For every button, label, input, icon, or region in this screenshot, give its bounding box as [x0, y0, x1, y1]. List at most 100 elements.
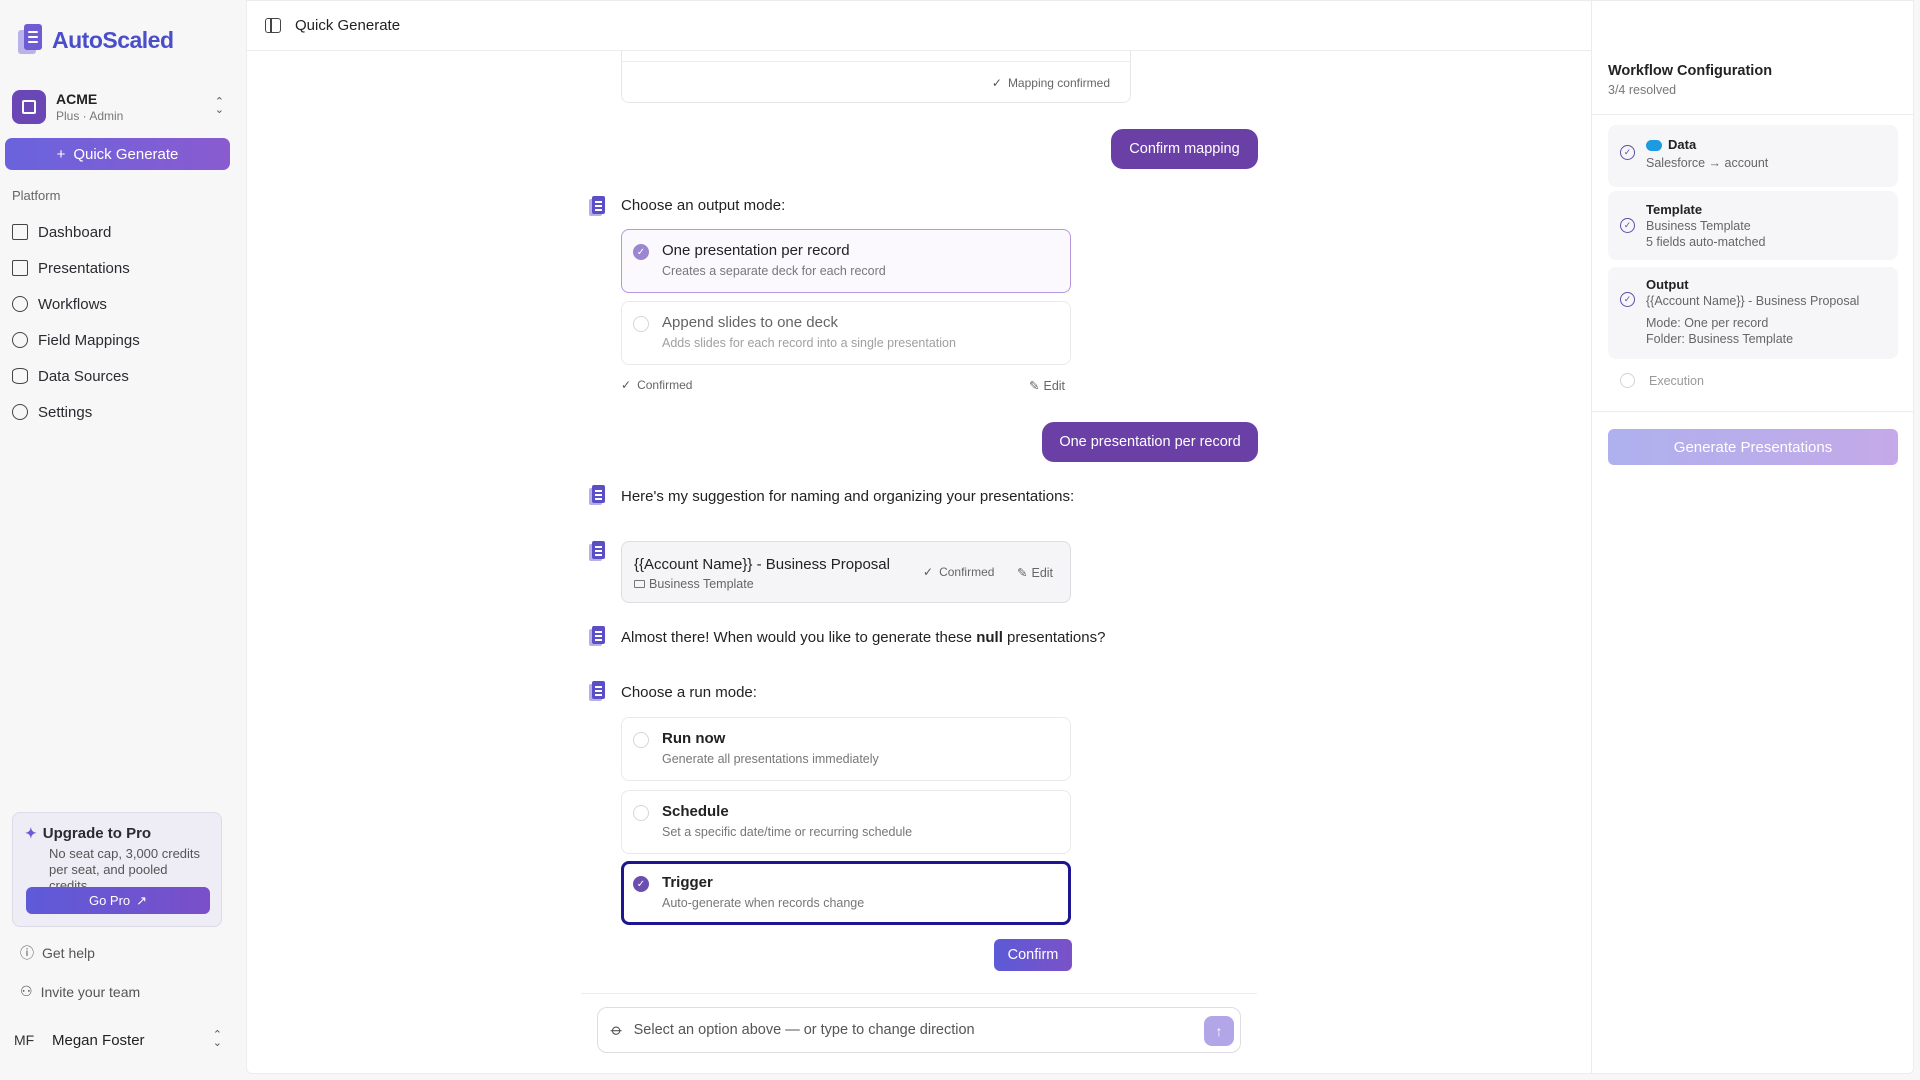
- pencil-icon: ✎: [1029, 379, 1040, 393]
- step-detail: Salesforce → account: [1646, 156, 1769, 170]
- assistant-icon: [589, 541, 605, 561]
- message-input[interactable]: [633, 1022, 1174, 1038]
- config-step-data[interactable]: ✓ Data Salesforce → account: [1608, 125, 1898, 187]
- naming-confirmed-status: ✓ Confirmed: [923, 565, 994, 579]
- sidebar-item-presentations[interactable]: Presentations: [12, 250, 232, 286]
- check-icon: ✓: [923, 565, 934, 579]
- step-title: Output: [1646, 277, 1689, 292]
- map-pin-icon: [12, 332, 28, 348]
- config-title: Workflow Configuration: [1608, 63, 1773, 79]
- chevron-updown-icon: ⌃ ⌄: [214, 96, 224, 116]
- invite-team-link[interactable]: ⚇ Invite your team: [20, 983, 140, 1000]
- run-option-trigger[interactable]: ✓ Trigger Auto-generate when records cha…: [621, 861, 1071, 925]
- sidebar-item-data-sources[interactable]: Data Sources: [12, 358, 232, 394]
- sidebar-item-dashboard[interactable]: Dashboard: [12, 214, 232, 250]
- config-step-output[interactable]: ✓ Output {{Account Name}} - Business Pro…: [1608, 267, 1898, 359]
- go-pro-button[interactable]: Go Pro ↗: [26, 887, 210, 914]
- sidebar-item-label: Field Mappings: [38, 331, 140, 349]
- radio-checked-icon: ✓: [633, 876, 649, 892]
- option-title: Run now: [662, 730, 726, 747]
- run-option-run-now[interactable]: Run now Generate all presentations immed…: [621, 717, 1071, 781]
- option-title: Append slides to one deck: [662, 314, 838, 331]
- naming-folder: Business Template: [634, 577, 754, 591]
- toggle-sidebar-icon[interactable]: [265, 18, 281, 33]
- check-icon: ✓: [621, 378, 632, 392]
- config-step-execution: Execution: [1608, 373, 1704, 388]
- assistant-icon: [589, 196, 605, 216]
- radio-unchecked-icon: [633, 316, 649, 332]
- user-name: Megan Foster: [52, 1031, 145, 1049]
- upgrade-title: Upgrade to Pro: [42, 825, 152, 842]
- step-detail: Business Template: [1646, 219, 1751, 233]
- arrow-up-right-icon: ↗: [136, 892, 148, 908]
- empty-circle-icon: [1620, 373, 1635, 388]
- page-title: Quick Generate: [295, 17, 401, 34]
- mapping-status-label: Mapping confirmed: [1007, 76, 1110, 90]
- config-step-template[interactable]: ✓ Template Business Template 5 fields au…: [1608, 191, 1898, 260]
- run-mode-prompt: Choose a run mode:: [621, 684, 757, 701]
- naming-title: {{Account Name}} - Business Proposal: [634, 556, 890, 573]
- confirmed-label: Confirmed: [637, 378, 693, 392]
- logo-text: AutoScaled: [52, 26, 174, 53]
- user-menu[interactable]: MF Megan Foster ⌃ ⌄: [14, 1028, 228, 1052]
- get-help-link[interactable]: ⓘ Get help: [20, 943, 95, 963]
- user-plus-icon: ⚇: [20, 983, 33, 999]
- step-title: Template: [1646, 202, 1703, 217]
- nav-section-label: Platform: [12, 188, 61, 203]
- send-button[interactable]: ↑: [1204, 1016, 1234, 1046]
- option-description: Generate all presentations immediately: [662, 752, 879, 766]
- output-edit-link[interactable]: ✎ Edit: [1029, 378, 1065, 394]
- sidebar-item-label: Workflows: [38, 295, 107, 313]
- radio-unchecked-icon: [633, 805, 649, 821]
- run-option-schedule[interactable]: Schedule Set a specific date/time or rec…: [621, 790, 1071, 854]
- naming-edit-link[interactable]: ✎ Edit: [1017, 565, 1054, 581]
- check-circle-icon: ✓: [1620, 292, 1635, 307]
- chat-thread: ✓ Mapping confirmed Confirm mapping Choo…: [247, 51, 1591, 1073]
- assistant-icon: [589, 626, 605, 646]
- sidebar-item-label: Dashboard: [38, 223, 112, 241]
- step-detail-mode: Mode: One per record: [1646, 316, 1769, 330]
- mapping-card: ✓ Mapping confirmed: [621, 51, 1131, 103]
- user-message-bubble: One presentation per record: [1042, 422, 1258, 462]
- output-confirmed-status: ✓ Confirmed: [621, 378, 692, 392]
- dashboard-icon: [12, 224, 28, 240]
- almost-there-message: Almost there! When would you like to gen…: [621, 629, 1105, 646]
- database-icon: [12, 368, 28, 384]
- bubble-text: One presentation per record: [1059, 434, 1241, 450]
- edit-label: Edit: [1031, 565, 1054, 580]
- output-option-one-per-record[interactable]: ✓ One presentation per record Creates a …: [621, 229, 1071, 293]
- quick-generate-button[interactable]: + Quick Generate: [5, 138, 230, 170]
- option-description: Adds slides for each record into a singl…: [662, 336, 956, 350]
- option-description: Creates a separate deck for each record: [662, 264, 886, 278]
- almost-suffix: presentations?: [1002, 629, 1106, 646]
- confirm-run-mode-button[interactable]: Confirm: [994, 939, 1072, 971]
- option-description: Set a specific date/time or recurring sc…: [662, 825, 913, 839]
- step-title: Data: [1646, 137, 1696, 152]
- check-circle-icon: ✓: [1620, 218, 1635, 233]
- org-plan: Plus · Admin: [56, 109, 124, 123]
- sidebar-item-workflows[interactable]: Workflows: [12, 286, 232, 322]
- quick-generate-label: Quick Generate: [73, 145, 179, 163]
- output-option-append[interactable]: Append slides to one deck Adds slides fo…: [621, 301, 1071, 365]
- salesforce-icon: [1646, 140, 1662, 152]
- almost-count: null: [976, 629, 1003, 646]
- option-description: Auto-generate when records change: [662, 896, 865, 910]
- confirm-label: Confirm: [1007, 947, 1059, 963]
- app-logo[interactable]: AutoScaled: [18, 24, 174, 56]
- get-help-label: Get help: [42, 945, 95, 961]
- message-composer: ⌀ ↑: [597, 1007, 1241, 1053]
- option-title: One presentation per record: [662, 242, 850, 259]
- upgrade-card: ✦ Upgrade to Pro No seat cap, 3,000 cred…: [12, 812, 222, 927]
- generate-presentations-button[interactable]: Generate Presentations: [1608, 429, 1898, 465]
- sidebar-item-label: Data Sources: [38, 367, 129, 385]
- org-switcher[interactable]: ACME Plus · Admin ⌃ ⌄: [12, 88, 230, 126]
- assistant-icon: [589, 485, 605, 505]
- sidebar-item-settings[interactable]: Settings: [12, 394, 232, 430]
- check-circle-icon: ✓: [1620, 145, 1635, 160]
- paperclip-icon[interactable]: ⌀: [606, 1020, 627, 1041]
- plus-icon: +: [56, 145, 66, 163]
- folder-icon: [634, 580, 645, 588]
- workflow-config-panel: Workflow Configuration 3/4 resolved ✓ Da…: [1591, 1, 1913, 1073]
- sidebar-item-field-mappings[interactable]: Field Mappings: [12, 322, 232, 358]
- confirmed-label: Confirmed: [939, 565, 995, 579]
